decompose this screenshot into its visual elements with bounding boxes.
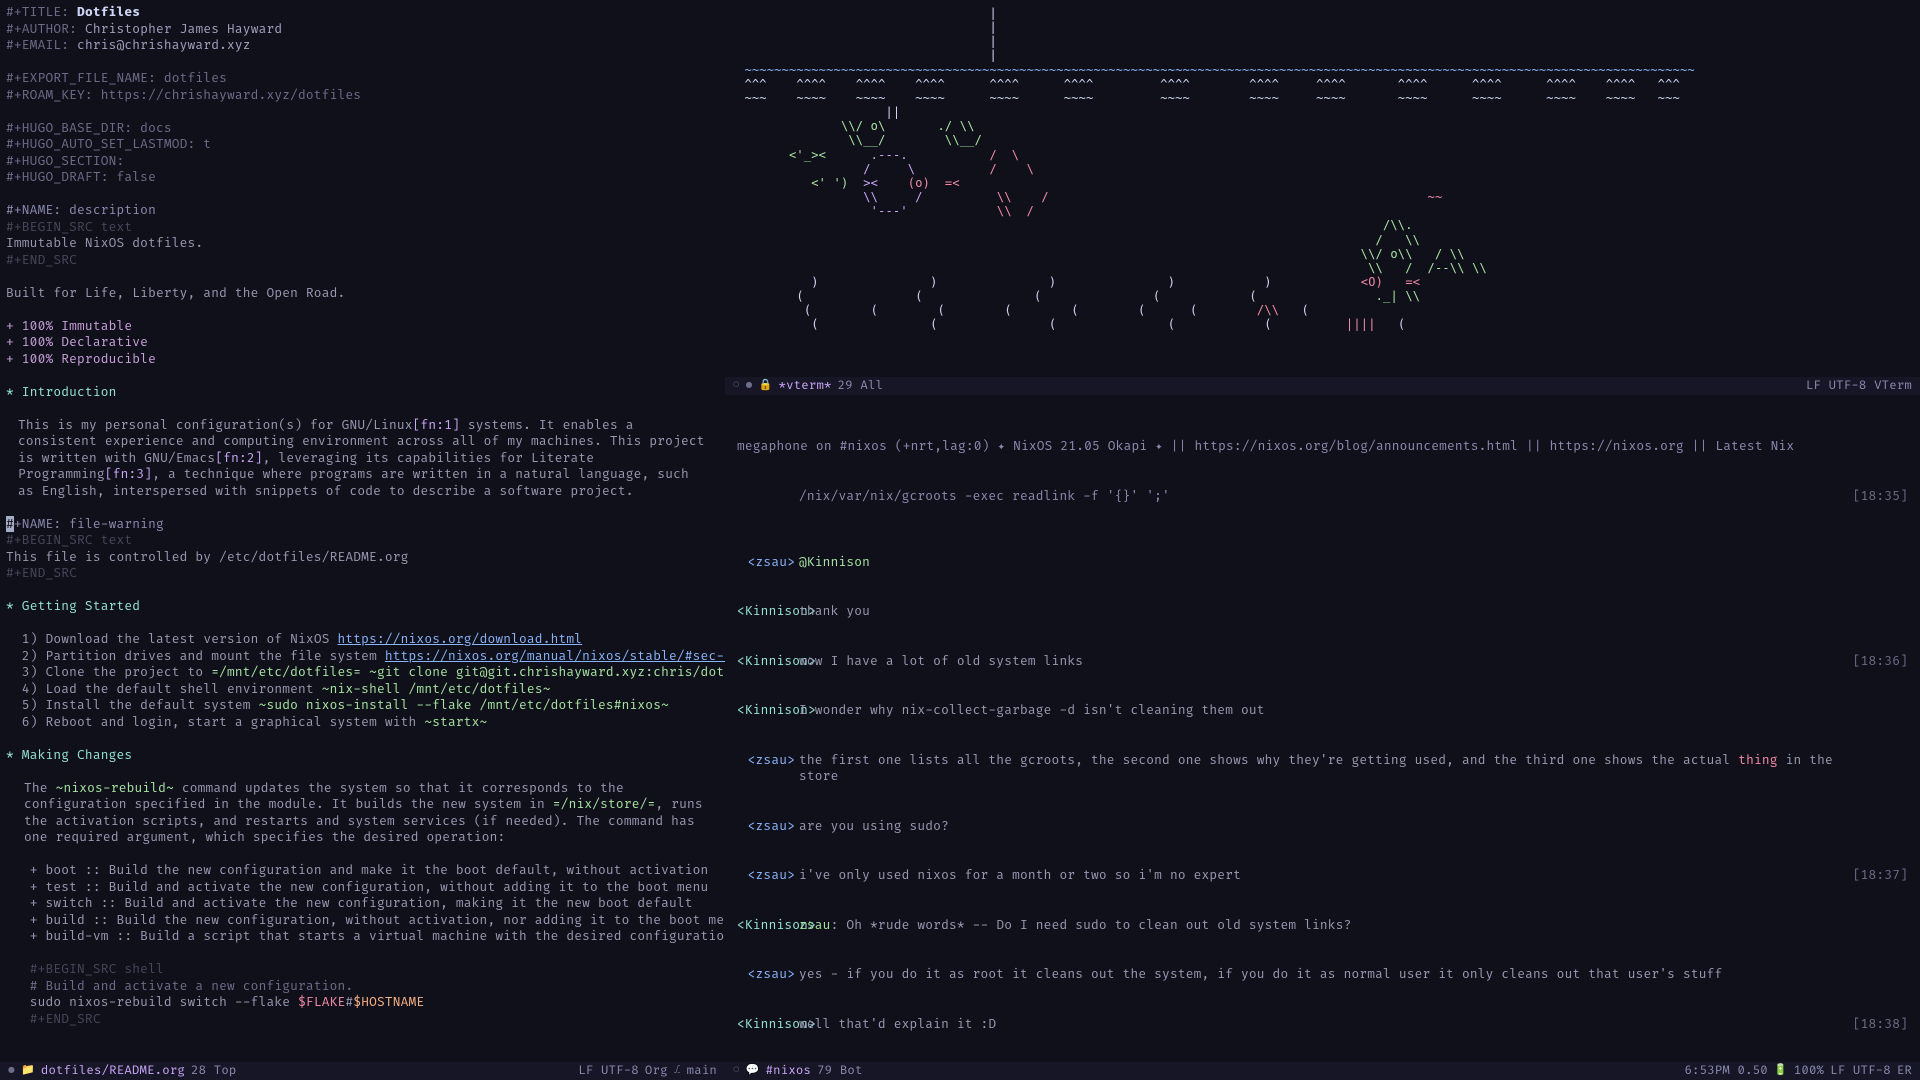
var-flake: $FLAKE	[298, 994, 345, 1010]
link-download[interactable]: https://nixos.org/download.html	[338, 631, 583, 647]
erc-pane[interactable]: megaphone on #nixos (+nrt,lag:0) ✦ NixOS…	[725, 395, 1920, 1080]
meta-title-val: Dotfiles	[77, 4, 140, 20]
clock: 6:53PM 0.50	[1684, 1063, 1767, 1079]
heading-getting-started[interactable]: Getting Started	[22, 598, 140, 614]
circle-icon: ◌	[733, 379, 740, 394]
modeline-mode: Org	[645, 1063, 668, 1079]
erc-buffer-name[interactable]: #nixos	[766, 1063, 812, 1079]
name-warn: +NAME: file-warning	[14, 516, 164, 532]
fn-1[interactable]: [fn:1]	[413, 417, 460, 433]
begin-shell: #+BEGIN_SRC shell	[30, 961, 164, 977]
save-icon: ●	[746, 379, 753, 394]
circle-icon: ◌	[733, 1064, 740, 1079]
bullet-immutable: + 100% Immutable	[6, 318, 132, 334]
hugo-lastmod: #+HUGO_AUTO_SET_LASTMOD: t	[6, 136, 211, 152]
vterm-buffer-name[interactable]: *vterm*	[779, 378, 832, 394]
begin-src-text: #+BEGIN_SRC text	[6, 219, 132, 235]
fn-2[interactable]: [fn:2]	[215, 450, 262, 466]
chat-icon: 💬	[746, 1064, 760, 1079]
meta-export: #+EXPORT_FILE_NAME: dotfiles	[6, 70, 227, 86]
op-boot: + boot :: Build the new configuration an…	[30, 862, 709, 878]
meta-roam: #+ROAM_KEY: https://chrishayward.xyz/dot…	[6, 87, 361, 103]
vterm-location: 29 All	[838, 378, 884, 394]
modeline-erc: ◌ 💬 #nixos 79 Bot 6:53PM 0.50 🔋 100% LF …	[725, 1062, 1920, 1080]
erc-enc: LF UTF-8	[1830, 1063, 1891, 1079]
meta-title-key: #+TITLE:	[6, 4, 69, 20]
link-partition[interactable]: https://nixos.org/manual/nixos/stable/#s…	[385, 648, 725, 664]
lock-icon: 🔒	[759, 379, 773, 394]
intro-paragraph: This is my personal configuration(s) for…	[6, 417, 719, 500]
modeline-branch: main	[687, 1063, 717, 1079]
erc-topic: megaphone on #nixos (+nrt,lag:0) ✦ NixOS…	[737, 438, 1908, 455]
heading-star: *	[6, 384, 22, 400]
hugo-base: #+HUGO_BASE_DIR: docs	[6, 120, 172, 136]
vterm-pane[interactable]: | | | | ~~~~~~~~~~~~~~~~~~~~~~~~~~~~~~~~…	[725, 0, 1920, 395]
heading-intro[interactable]: Introduction	[22, 384, 117, 400]
vterm-output: | | | | ~~~~~~~~~~~~~~~~~~~~~~~~~~~~~~~~…	[731, 4, 1914, 334]
meta-author-key: #+AUTHOR:	[6, 21, 77, 37]
org-editor-pane[interactable]: #+TITLE: Dotfiles #+AUTHOR: Christopher …	[0, 0, 725, 1080]
battery: 100%	[1794, 1063, 1824, 1079]
hugo-section: #+HUGO_SECTION:	[6, 153, 124, 169]
making-changes-para: The ~nixos-rebuild~ command updates the …	[6, 780, 719, 846]
shell-comment: # Build and activate a new configuration…	[30, 978, 354, 994]
end-src: #+END_SRC	[6, 252, 77, 268]
modeline-enc: LF UTF-8	[578, 1063, 639, 1079]
cursor: #	[6, 516, 14, 532]
erc-buffer[interactable]: megaphone on #nixos (+nrt,lag:0) ✦ NixOS…	[731, 399, 1914, 1080]
end-shell: #+END_SRC	[30, 1011, 101, 1027]
var-hostname: $HOSTNAME	[353, 994, 424, 1010]
op-build-vm: + build-vm :: Build a script that starts…	[30, 928, 725, 944]
fn-3[interactable]: [fn:3]	[105, 466, 152, 482]
bullet-reproducible: + 100% Reproducible	[6, 351, 156, 367]
meta-author-val: Christopher James Hayward	[85, 21, 282, 37]
modeline-left: ● 📁 dotfiles/README.org 28 Top LF UTF-8 …	[0, 1062, 725, 1080]
warn-body: This file is controlled by /etc/dotfiles…	[6, 549, 409, 565]
heading-making-changes[interactable]: Making Changes	[22, 747, 133, 763]
modeline-location: 28 Top	[191, 1063, 237, 1079]
vterm-right: LF UTF-8 VTerm	[1806, 378, 1912, 394]
hugo-draft: #+HUGO_DRAFT: false	[6, 169, 156, 185]
bullet-declarative: + 100% Declarative	[6, 334, 148, 350]
tagline: Built for Life, Liberty, and the Open Ro…	[6, 285, 719, 302]
meta-email-key: #+EMAIL:	[6, 37, 69, 53]
end-warn: #+END_SRC	[6, 565, 77, 581]
org-buffer[interactable]: #+TITLE: Dotfiles #+AUTHOR: Christopher …	[6, 4, 719, 1051]
branch-icon: ⎇	[674, 1064, 681, 1079]
meta-email-val: chris@chrishayward.xyz	[77, 37, 251, 53]
src-desc: Immutable NixOS dotfiles.	[6, 235, 203, 251]
name-desc: #+NAME: description	[6, 202, 156, 218]
op-switch: + switch :: Build and activate the new c…	[30, 895, 693, 911]
battery-icon: 🔋	[1774, 1064, 1788, 1079]
erc-mode: ER	[1897, 1063, 1912, 1079]
op-test: + test :: Build and activate the new con…	[30, 879, 709, 895]
op-build: + build :: Build the new configuration, …	[30, 912, 725, 928]
folder-icon: 📁	[21, 1064, 35, 1079]
modeline-vterm: ◌ ● 🔒 *vterm* 29 All LF UTF-8 VTerm	[725, 377, 1920, 395]
save-icon: ●	[8, 1064, 15, 1079]
begin-warn: #+BEGIN_SRC text	[6, 532, 132, 548]
modeline-buffer[interactable]: dotfiles/README.org	[41, 1063, 185, 1079]
erc-location: 79 Bot	[817, 1063, 863, 1079]
